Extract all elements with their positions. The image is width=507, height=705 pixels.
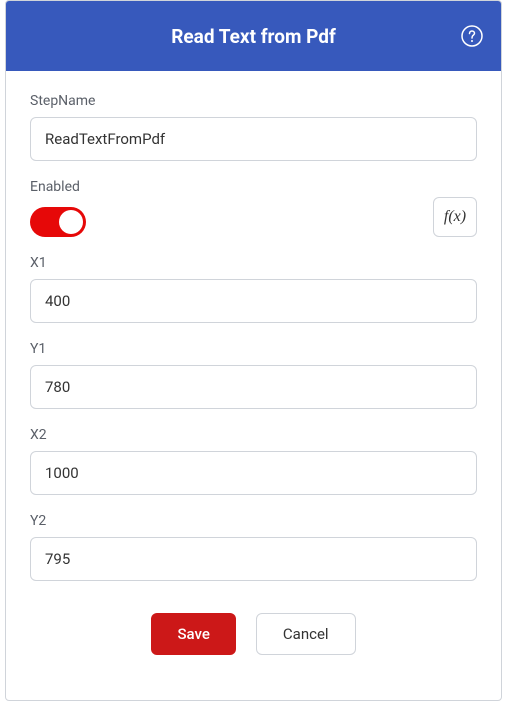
x2-input[interactable] [30,451,477,495]
x1-field: X1 [30,255,477,323]
save-button[interactable]: Save [151,613,235,655]
panel-content: StepName Enabled f(x) X1 Y1 X2 Y2 [6,71,501,700]
panel-title: Read Text from Pdf [171,25,336,48]
stepname-field: StepName [30,93,477,161]
x1-input[interactable] [30,279,477,323]
panel-header: Read Text from Pdf [6,1,501,71]
help-icon[interactable] [461,25,483,47]
stepname-label: StepName [30,93,477,109]
y2-field: Y2 [30,513,477,581]
enabled-label: Enabled [30,179,86,195]
x2-label: X2 [30,427,477,443]
y2-input[interactable] [30,537,477,581]
x1-label: X1 [30,255,477,271]
stepname-input[interactable] [30,117,477,161]
enabled-row: Enabled f(x) [30,179,477,237]
y1-label: Y1 [30,341,477,357]
panel-footer: Save Cancel [30,599,477,671]
y1-field: Y1 [30,341,477,409]
enabled-toggle[interactable] [30,207,86,237]
y2-label: Y2 [30,513,477,529]
enabled-left: Enabled [30,179,86,237]
toggle-knob [59,210,83,234]
y1-input[interactable] [30,365,477,409]
x2-field: X2 [30,427,477,495]
config-panel: Read Text from Pdf StepName Enabled f(x) [5,0,502,701]
cancel-button[interactable]: Cancel [256,613,356,655]
fx-button[interactable]: f(x) [433,197,477,237]
